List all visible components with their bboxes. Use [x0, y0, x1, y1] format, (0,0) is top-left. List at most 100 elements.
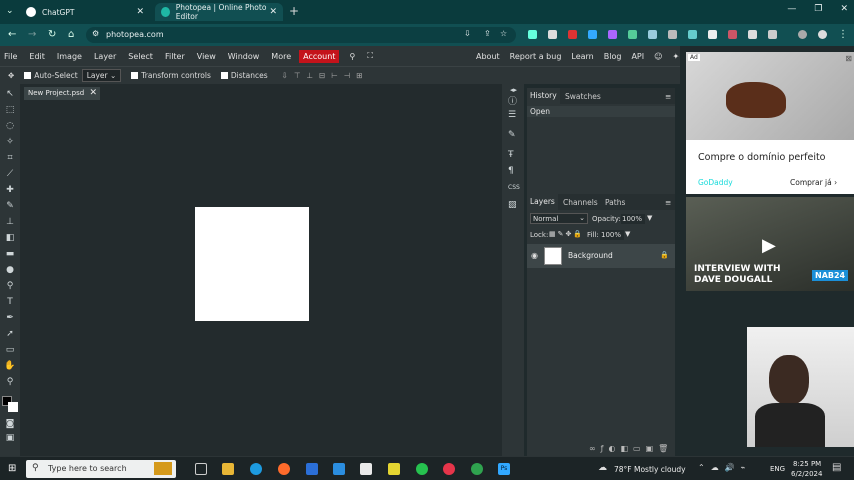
weather-text[interactable]: 78°F Mostly cloudy: [614, 465, 686, 474]
clock-time[interactable]: 8:25 PM: [793, 460, 821, 468]
close-tab-icon[interactable]: ✕: [136, 7, 144, 17]
mail-icon[interactable]: [333, 463, 345, 475]
tab-search-icon[interactable]: ⌄: [6, 6, 14, 16]
brush-tool-icon[interactable]: ✎: [4, 200, 16, 212]
system-tray-icons[interactable]: ⌃☁🔊⌁: [698, 463, 751, 472]
opacity-dropdown-icon[interactable]: ▼: [647, 214, 652, 222]
store-icon[interactable]: [360, 463, 372, 475]
close-window-icon[interactable]: ✕: [840, 4, 848, 14]
clone-stamp-icon[interactable]: ⊥: [4, 216, 16, 228]
language-indicator[interactable]: ENG: [770, 465, 785, 473]
extension-gpt-icon[interactable]: [688, 30, 697, 39]
tab-history[interactable]: History: [527, 88, 560, 104]
ad-image[interactable]: Ad ⊠: [686, 52, 854, 140]
home-icon[interactable]: ⌂: [68, 29, 74, 40]
fill-dropdown-icon[interactable]: ▼: [625, 230, 630, 238]
extension-color-icon[interactable]: [608, 30, 617, 39]
collapse-panels-icon[interactable]: ◂▸: [510, 86, 517, 94]
layers-footer-buttons[interactable]: ∞ƒ◐◧▭▣🗑: [589, 444, 673, 453]
restore-icon[interactable]: ❐: [814, 4, 822, 14]
css-panel-icon[interactable]: CSS: [508, 184, 520, 191]
close-tab-icon[interactable]: ✕: [269, 7, 277, 17]
opacity-input[interactable]: 100%: [621, 214, 645, 224]
taskbar-search-input[interactable]: ⚲ Type here to search: [26, 460, 176, 478]
background-color-swatch[interactable]: [8, 402, 18, 412]
extension-pen-icon[interactable]: [528, 30, 537, 39]
extension-draw-icon[interactable]: [588, 30, 597, 39]
bing-icon[interactable]: [306, 463, 318, 475]
extension-x-icon[interactable]: [708, 30, 717, 39]
paragraph-panel-icon[interactable]: ¶: [508, 166, 514, 176]
lasso-tool-icon[interactable]: ◌: [4, 120, 16, 132]
extension-table-icon[interactable]: [668, 30, 677, 39]
menu-select[interactable]: Select: [122, 52, 159, 61]
extension-camera-icon[interactable]: [748, 30, 757, 39]
install-icon[interactable]: ⇩: [464, 29, 471, 38]
screen-recorder-icon[interactable]: [443, 463, 455, 475]
forward-icon[interactable]: →: [28, 29, 36, 40]
menu-edit[interactable]: Edit: [23, 52, 51, 61]
ad-godaddy[interactable]: Compre o domínio perfeito GoDaddy Compra…: [686, 140, 854, 194]
tab-layers[interactable]: Layers: [527, 194, 558, 210]
profile-avatar-icon-2[interactable]: [818, 30, 827, 39]
tab-swatches[interactable]: Swatches: [565, 92, 601, 101]
blend-mode-select[interactable]: Normal ⌄: [530, 213, 588, 224]
image-panel-icon[interactable]: ▨: [508, 200, 517, 210]
hand-tool-icon[interactable]: ✋: [4, 360, 16, 372]
layer-row[interactable]: ◉ Background 🔒: [527, 244, 675, 268]
move-tool-icon[interactable]: ↖: [4, 88, 16, 100]
tab-chatgpt[interactable]: ChatGPT ✕: [20, 3, 150, 21]
gradient-tool-icon[interactable]: ▬: [4, 248, 16, 260]
history-entry[interactable]: Open: [527, 106, 675, 117]
crop-tool-icon[interactable]: ⌗: [4, 152, 16, 164]
menu-view[interactable]: View: [191, 52, 222, 61]
align-buttons[interactable]: ⇩⊤⊥⊟⊢⊣⊞: [282, 71, 369, 80]
about-link[interactable]: About: [476, 52, 500, 61]
panel-menu-icon[interactable]: ≡: [665, 92, 671, 101]
weather-icon[interactable]: ☁: [598, 463, 607, 473]
menu-image[interactable]: Image: [51, 52, 88, 61]
clock-date[interactable]: 6/2/2024: [791, 470, 822, 478]
close-document-icon[interactable]: ✕: [89, 88, 97, 98]
tab-paths[interactable]: Paths: [605, 198, 625, 207]
report-bug-link[interactable]: Report a bug: [510, 52, 562, 61]
path-select-icon[interactable]: ➚: [4, 328, 16, 340]
type-tool-icon[interactable]: T: [4, 296, 16, 308]
character-panel-icon[interactable]: Ŧ: [508, 150, 514, 160]
menu-window[interactable]: Window: [222, 52, 266, 61]
auto-select-checkbox[interactable]: [24, 72, 32, 79]
document-canvas[interactable]: [195, 207, 309, 321]
reload-icon[interactable]: ↻: [48, 29, 56, 40]
chrome-icon[interactable]: [471, 463, 483, 475]
eraser-tool-icon[interactable]: ◧: [4, 232, 16, 244]
ad-info-icon[interactable]: Ad: [688, 54, 700, 61]
transform-controls-checkbox[interactable]: [131, 72, 139, 79]
menu-more[interactable]: More: [265, 52, 297, 61]
zoom-tool-icon[interactable]: ⚲: [4, 376, 16, 388]
screen-mode-icon[interactable]: ▣: [4, 432, 16, 444]
extension-screen-icon[interactable]: [728, 30, 737, 39]
quick-mask-icon[interactable]: ◙: [4, 418, 16, 430]
edge-icon[interactable]: [250, 463, 262, 475]
shape-tool-icon[interactable]: ▭: [4, 344, 16, 356]
tab-channels[interactable]: Channels: [563, 198, 598, 207]
search-icon[interactable]: ⚲: [343, 52, 361, 61]
ad-close-icon[interactable]: ⊠: [845, 54, 852, 63]
url-input[interactable]: ⚙ photopea.com ⇩ ⇪ ☆: [86, 27, 516, 43]
layer-select[interactable]: Layer ⌄: [81, 69, 122, 82]
minimize-icon[interactable]: —: [787, 4, 796, 14]
magic-wand-icon[interactable]: ✧: [4, 136, 16, 148]
twitter-icon[interactable]: ✦: [672, 52, 679, 61]
ad-cta-button[interactable]: Comprar já ›: [790, 178, 837, 187]
extension-chat-icon[interactable]: [548, 30, 557, 39]
site-info-icon[interactable]: ⚙: [92, 29, 99, 38]
extension-leaf-icon[interactable]: [628, 30, 637, 39]
lock-options-icons[interactable]: ▦✎✥🔒: [549, 230, 584, 238]
windows-start-icon[interactable]: ⊞: [8, 463, 16, 474]
reddit-icon[interactable]: ☺: [654, 52, 662, 61]
photoshop-icon[interactable]: Ps: [498, 463, 510, 475]
account-button[interactable]: Account: [299, 49, 340, 63]
back-icon[interactable]: ←: [8, 29, 16, 40]
browser-menu-icon[interactable]: ⋮: [838, 29, 848, 40]
extension-record-icon[interactable]: [568, 30, 577, 39]
